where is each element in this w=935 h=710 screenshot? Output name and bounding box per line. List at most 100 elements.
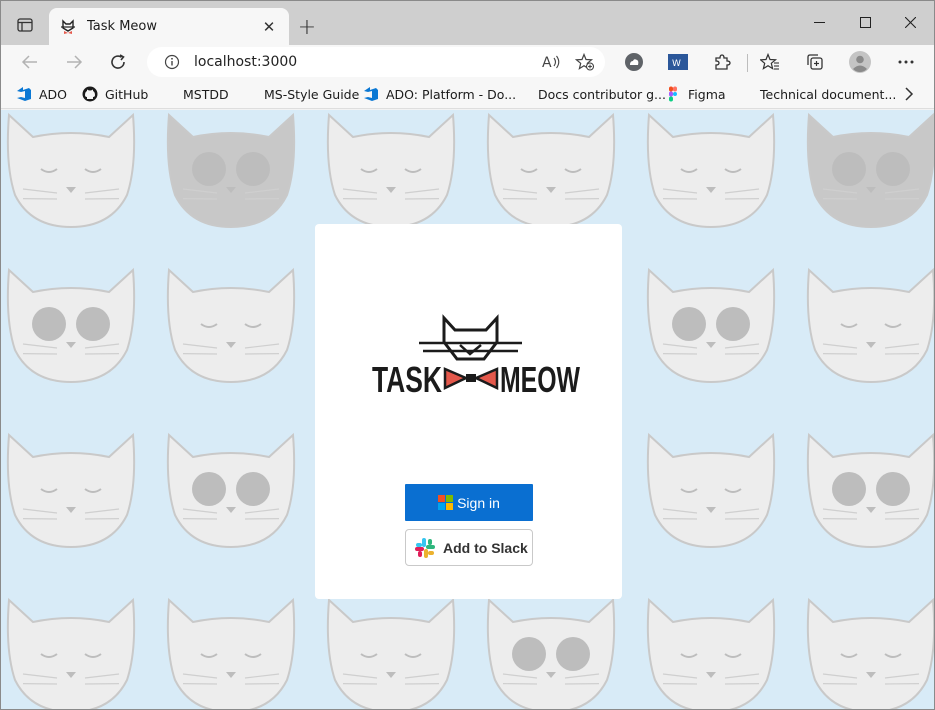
bookmark-mstdd[interactable]: MSTDD bbox=[160, 84, 229, 104]
tab-close-icon[interactable]: ✕ bbox=[259, 17, 279, 37]
add-to-slack-button[interactable]: Add to Slack bbox=[405, 529, 533, 566]
close-icon bbox=[904, 16, 916, 28]
microsoft-logo-icon bbox=[515, 86, 531, 102]
cat-face-decoration bbox=[6, 597, 136, 709]
bookmark-label: GitHub bbox=[105, 86, 149, 102]
forward-button[interactable] bbox=[59, 47, 89, 77]
refresh-icon bbox=[111, 54, 125, 69]
cat-face-decoration bbox=[326, 597, 456, 709]
cat-face-decoration bbox=[806, 597, 934, 709]
task-meow-logo: TASK MEOW bbox=[372, 314, 580, 400]
extensions-button[interactable] bbox=[707, 47, 737, 77]
extension-word-button[interactable]: W bbox=[663, 47, 693, 77]
cat-face-decoration bbox=[806, 267, 934, 384]
favorites-star-icon bbox=[760, 53, 779, 70]
cat-face-decoration bbox=[646, 267, 776, 384]
bookmark-github[interactable]: GitHub bbox=[82, 84, 148, 104]
task-meow-favicon-icon bbox=[59, 18, 77, 36]
address-url[interactable]: localhost:3000 bbox=[194, 54, 537, 70]
bookmark-label: ADO: Platform - Do... bbox=[386, 86, 517, 102]
logo-text-meow: MEOW bbox=[500, 359, 580, 400]
cat-face-decoration bbox=[6, 432, 136, 549]
chevron-right-icon bbox=[905, 87, 914, 101]
tab-actions-menu-button[interactable] bbox=[11, 13, 39, 37]
browser-window: Task Meow ✕ + localhost:3000 A W ADO Git… bbox=[0, 0, 935, 710]
microsoft-logo-icon bbox=[737, 86, 753, 102]
browser-toolbar: localhost:3000 A W bbox=[1, 45, 934, 79]
more-dots-icon bbox=[898, 60, 914, 64]
close-window-button[interactable] bbox=[888, 7, 932, 37]
page-content: TASK MEOW Sign in Add to Slack bbox=[1, 110, 934, 709]
bookmark-label: Figma bbox=[688, 86, 726, 102]
minimize-icon bbox=[813, 21, 825, 23]
bookmark-ado[interactable]: ADO bbox=[16, 84, 67, 104]
microsoft-logo-icon bbox=[241, 86, 257, 102]
bookmark-label: Technical document... bbox=[760, 86, 897, 102]
azure-devops-icon bbox=[363, 86, 379, 102]
cat-face-decoration bbox=[646, 432, 776, 549]
bookmark-figma[interactable]: Figma bbox=[665, 84, 726, 104]
cat-face-decoration bbox=[6, 112, 136, 229]
cat-face-decoration bbox=[166, 597, 296, 709]
cat-face-decoration bbox=[6, 267, 136, 384]
sign-in-label: Sign in bbox=[457, 494, 500, 511]
forward-arrow-icon bbox=[67, 55, 83, 69]
toolbar-separator bbox=[747, 54, 748, 72]
settings-menu-button[interactable] bbox=[891, 47, 921, 77]
cat-face-decoration bbox=[326, 112, 456, 229]
bookmark-ms-style-guide[interactable]: MS-Style Guide bbox=[241, 84, 359, 104]
cat-face-decoration bbox=[166, 112, 296, 229]
back-button[interactable] bbox=[15, 47, 45, 77]
cat-face-decoration bbox=[646, 597, 776, 709]
puzzle-icon bbox=[715, 54, 731, 70]
profile-button[interactable] bbox=[845, 47, 875, 77]
back-arrow-icon bbox=[21, 55, 37, 69]
slack-icon bbox=[415, 537, 435, 558]
cloud-extension-icon bbox=[625, 53, 643, 71]
maximize-icon bbox=[859, 16, 871, 28]
tab-title: Task Meow bbox=[87, 19, 157, 34]
figma-icon bbox=[665, 86, 681, 102]
bookmarks-bar: ADO GitHub MSTDD MS-Style Guide ADO: Pla… bbox=[1, 79, 934, 109]
bookmark-label: MS-Style Guide bbox=[264, 86, 360, 102]
cat-face-decoration bbox=[166, 267, 296, 384]
add-to-slack-label: Add to Slack bbox=[443, 539, 528, 556]
bookmark-technical-document[interactable]: Technical document... bbox=[737, 84, 896, 104]
refresh-button[interactable] bbox=[103, 47, 133, 77]
login-card: TASK MEOW Sign in Add to Slack bbox=[315, 224, 622, 599]
minimize-button[interactable] bbox=[797, 7, 841, 37]
avatar-icon bbox=[849, 51, 871, 73]
bookmark-label: ADO bbox=[39, 86, 68, 102]
tab-strip: Task Meow ✕ + bbox=[1, 1, 934, 45]
svg-text:A: A bbox=[542, 55, 552, 71]
cat-face-decoration bbox=[166, 432, 296, 549]
github-icon bbox=[82, 86, 98, 102]
collections-icon bbox=[807, 54, 823, 70]
bookmarks-overflow-button[interactable] bbox=[898, 83, 920, 105]
cat-face-decoration bbox=[806, 112, 934, 229]
tab-task-meow[interactable]: Task Meow ✕ bbox=[49, 8, 289, 45]
extension-cloud-button[interactable] bbox=[619, 47, 649, 77]
cat-face-decoration bbox=[646, 112, 776, 229]
logo-text-task: TASK bbox=[372, 359, 442, 400]
site-info-icon[interactable] bbox=[163, 53, 181, 71]
bookmark-label: Docs contributor g... bbox=[538, 86, 666, 102]
sign-in-button[interactable]: Sign in bbox=[405, 484, 533, 521]
bookmark-ado-platform[interactable]: ADO: Platform - Do... bbox=[363, 84, 516, 104]
add-favorite-icon[interactable] bbox=[571, 48, 599, 76]
favorites-button[interactable] bbox=[755, 47, 785, 77]
microsoft-logo-icon bbox=[438, 495, 454, 510]
word-extension-icon: W bbox=[668, 54, 688, 70]
collections-button[interactable] bbox=[800, 47, 830, 77]
microsoft-logo-icon bbox=[160, 86, 176, 102]
new-tab-button[interactable]: + bbox=[294, 14, 320, 40]
cat-face-decoration bbox=[486, 597, 616, 709]
bookmark-docs-contributor[interactable]: Docs contributor g... bbox=[515, 84, 666, 104]
tab-actions-icon bbox=[17, 18, 33, 32]
azure-devops-icon bbox=[16, 86, 32, 102]
cat-face-decoration bbox=[486, 112, 616, 229]
read-aloud-icon[interactable]: A bbox=[537, 48, 565, 76]
maximize-button[interactable] bbox=[843, 7, 887, 37]
address-bar[interactable]: localhost:3000 A bbox=[147, 47, 605, 77]
bookmark-label: MSTDD bbox=[183, 86, 229, 102]
